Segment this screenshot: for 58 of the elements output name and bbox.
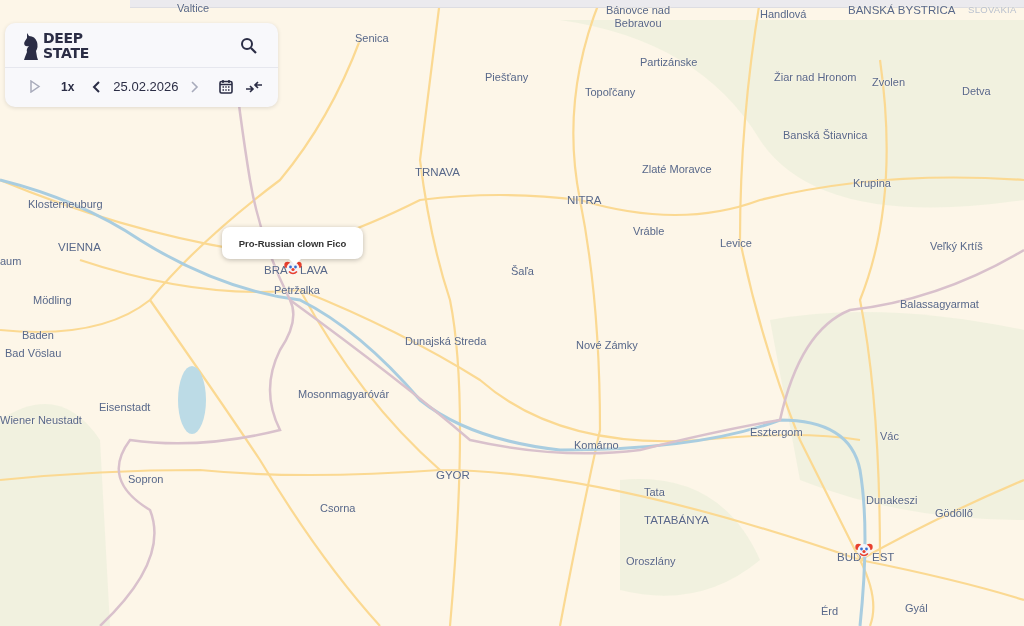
place-label: Érd xyxy=(821,605,839,618)
place-label: BANSKÁ BYSTRICA xyxy=(848,4,956,18)
place-label: Veľký Krtíš xyxy=(930,240,983,253)
place-label: Partizánske xyxy=(640,56,698,69)
place-label: Dunajská Streda xyxy=(405,335,487,348)
speed-button[interactable]: 1x xyxy=(57,77,79,96)
place-label: BRA xyxy=(264,264,288,278)
place-label: Oroszlány xyxy=(626,555,676,568)
place-label: TRNAVA xyxy=(415,166,460,180)
place-label: Levice xyxy=(720,237,752,250)
place-label: Wiener Neustadt xyxy=(0,414,82,427)
place-label: TATABÁNYA xyxy=(644,514,709,528)
place-label: Tata xyxy=(644,486,665,499)
marker-tooltip: Pro-Russian clown Fico xyxy=(222,227,363,259)
place-label: BUD xyxy=(837,551,862,565)
place-label: Žiar nad Hronom xyxy=(774,71,857,84)
place-label: Gyál xyxy=(905,602,928,615)
place-label: Eisenstadt xyxy=(99,401,151,414)
place-label: Bad Vöslau xyxy=(5,347,62,360)
place-label: Csorna xyxy=(320,502,356,515)
place-label: NITRA xyxy=(567,194,602,208)
place-label: LAVA xyxy=(300,264,328,278)
place-label: Nové Zámky xyxy=(576,339,638,352)
place-label: Esztergom xyxy=(750,426,803,439)
date-button[interactable]: 25.02.2026 xyxy=(109,77,183,96)
place-label: Gödöllő xyxy=(935,507,973,520)
tooltip-pointer xyxy=(288,258,302,265)
logo-text: DEEP STATE xyxy=(43,31,89,61)
knight-icon xyxy=(23,31,39,61)
place-label: SLOVAKIA xyxy=(968,5,1017,16)
place-label: Dunakeszi xyxy=(866,494,918,507)
place-label: Zlaté Moravce xyxy=(642,163,712,176)
place-label: Bánovce nad Bebravou xyxy=(604,4,672,30)
place-label: Balassagyarmat xyxy=(900,298,979,311)
place-label: Mödling xyxy=(33,294,72,307)
place-label: aum xyxy=(0,255,22,268)
place-label: Detva xyxy=(962,85,991,98)
place-label: Valtice xyxy=(177,2,210,15)
place-label: EST xyxy=(872,551,895,565)
place-label: Topoľčany xyxy=(585,86,636,99)
place-label: VIENNA xyxy=(58,241,101,255)
place-label: Krupina xyxy=(853,177,891,190)
place-label: Petržalka xyxy=(274,284,320,297)
place-label: GYOR xyxy=(436,469,470,483)
place-label: Banská Štiavnica xyxy=(783,129,868,142)
place-label: Komárno xyxy=(574,439,619,452)
place-label: Zvolen xyxy=(872,76,906,89)
place-label: Vráble xyxy=(633,225,665,238)
place-label: Vác xyxy=(880,430,899,443)
place-label: Klosterneuburg xyxy=(28,198,103,211)
place-label: Šaľa xyxy=(511,265,534,278)
place-label: Sopron xyxy=(128,473,164,486)
place-label: Piešťany xyxy=(485,71,529,84)
place-label: Handlová xyxy=(760,8,807,21)
place-label: Baden xyxy=(22,329,54,342)
place-label: Mosonmagyaróvár xyxy=(298,388,390,401)
calendar-button[interactable] xyxy=(217,77,236,96)
place-label: Senica xyxy=(355,32,389,45)
